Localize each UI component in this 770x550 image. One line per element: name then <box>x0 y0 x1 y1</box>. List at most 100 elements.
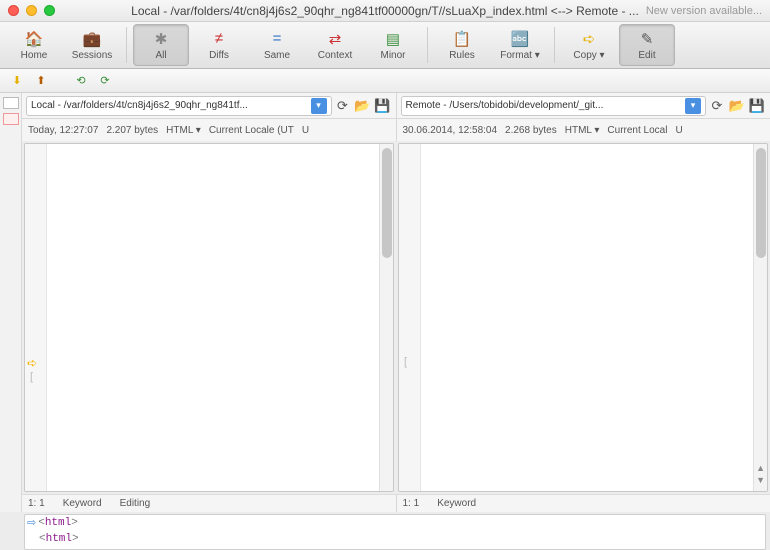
rules-icon: 📋 <box>452 30 472 48</box>
sessions-button[interactable]: 💼Sessions <box>64 24 120 66</box>
bottom-line: 1: 1 Keyword Editing 1: 1 Keyword <box>22 494 770 512</box>
meta-mode: U <box>675 125 682 136</box>
meta-enc[interactable]: Current Locale (UT <box>209 125 294 136</box>
sub-toolbar: ⬇ ⬆ ⟲ ⟳ <box>0 69 770 93</box>
panes: Local - /var/folders/4t/cn8j4j6s2_90qhr_… <box>22 93 770 512</box>
bracket-marker-icon: [ <box>404 356 407 368</box>
format-button[interactable]: 🔤 Format ▾ <box>492 24 548 66</box>
asterisk-icon: ✱ <box>151 30 171 48</box>
separator <box>427 27 428 63</box>
copy-button[interactable]: ➪ Copy ▾ <box>561 24 617 66</box>
titlebar: Local - /var/folders/4t/cn8j4j6s2_90qhr_… <box>0 0 770 22</box>
remote-path-select[interactable]: Remote - /Users/tobidobi/development/_gi… <box>401 96 707 116</box>
not-equal-icon: ≠ <box>209 30 229 48</box>
folder-open-icon[interactable]: 📂 <box>728 97 746 115</box>
main-area: Local - /var/folders/4t/cn8j4j6s2_90qhr_… <box>0 93 770 512</box>
prev-diff-up-button[interactable]: ⬆ <box>32 72 50 90</box>
chevron-down-icon: ▾ <box>685 98 701 114</box>
summary-line[interactable]: <html> <box>25 531 765 547</box>
separator <box>126 27 127 63</box>
local-scrollbar[interactable] <box>379 144 393 491</box>
local-path-text: Local - /var/folders/4t/cn8j4j6s2_90qhr_… <box>31 100 248 111</box>
update-hint[interactable]: New version available... <box>646 5 762 17</box>
meta-row: Today, 12:27:07 2.207 bytes HTML ▾ Curre… <box>22 119 770 141</box>
keyword-label: Keyword <box>437 498 476 509</box>
keyword-label: Keyword <box>63 498 102 509</box>
scroll-handle[interactable] <box>756 148 766 258</box>
scroll-down-icon[interactable]: ▼ <box>756 475 765 485</box>
rules-button[interactable]: 📋Rules <box>434 24 490 66</box>
local-pane: ➪ [ <box>24 143 394 492</box>
refresh-icon[interactable]: ⟳ <box>334 97 352 115</box>
thumbnail[interactable] <box>3 97 19 109</box>
label-with-chev: Format ▾ <box>500 50 539 61</box>
meta-size: 2.268 bytes <box>505 125 557 136</box>
diffs-button[interactable]: ≠Diffs <box>191 24 247 66</box>
meta-time: Today, 12:27:07 <box>28 125 98 136</box>
context-icon: ⇄ <box>325 30 345 48</box>
scroll-handle[interactable] <box>382 148 392 258</box>
arrow-icon: ⇨ <box>27 516 36 530</box>
remote-bottom: 1: 1 Keyword <box>396 495 770 512</box>
reload-left-button[interactable]: ⟲ <box>72 72 90 90</box>
pencil-icon: ✎ <box>637 30 657 48</box>
meta-mode: U <box>302 125 309 136</box>
edit-button[interactable]: ✎Edit <box>619 24 675 66</box>
remote-pane: [ ▲ ▼ <box>398 143 768 492</box>
folder-open-icon[interactable]: 📂 <box>354 97 372 115</box>
briefcase-icon: 💼 <box>82 30 102 48</box>
same-button[interactable]: =Same <box>249 24 305 66</box>
save-icon[interactable]: 💾 <box>374 97 392 115</box>
format-icon: 🔤 <box>510 30 530 48</box>
close-icon[interactable] <box>8 5 19 16</box>
save-icon[interactable]: 💾 <box>748 97 766 115</box>
all-button[interactable]: ✱All <box>133 24 189 66</box>
label-with-chev: Copy ▾ <box>573 50 604 61</box>
meta-time: 30.06.2014, 12:58:04 <box>403 125 498 136</box>
arrow-right-icon: ➪ <box>579 30 599 48</box>
local-gutter: ➪ [ <box>25 144 47 491</box>
meta-size: 2.207 bytes <box>106 125 158 136</box>
thumbnail-selected[interactable] <box>3 113 19 125</box>
local-path-cell: Local - /var/folders/4t/cn8j4j6s2_90qhr_… <box>22 93 396 118</box>
remote-path-cell: Remote - /Users/tobidobi/development/_gi… <box>396 93 770 118</box>
local-code[interactable] <box>47 144 379 491</box>
chevron-down-icon: ▾ <box>311 98 327 114</box>
next-diff-down-button[interactable]: ⬇ <box>8 72 26 90</box>
remote-code[interactable] <box>421 144 753 491</box>
local-path-select[interactable]: Local - /var/folders/4t/cn8j4j6s2_90qhr_… <box>26 96 332 116</box>
separator <box>554 27 555 63</box>
scroll-up-icon[interactable]: ▲ <box>756 463 765 473</box>
summary-pane: ⇨<html> <html> <box>24 514 766 550</box>
cursor-pos: 1: 1 <box>403 498 420 509</box>
home-button[interactable]: 🏠Home <box>6 24 62 66</box>
minor-icon: ▤ <box>383 30 403 48</box>
reload-right-button[interactable]: ⟳ <box>96 72 114 90</box>
editing-label: Editing <box>120 498 151 509</box>
path-row: Local - /var/folders/4t/cn8j4j6s2_90qhr_… <box>22 93 770 119</box>
cursor-pos: 1: 1 <box>28 498 45 509</box>
equal-icon: = <box>267 30 287 48</box>
meta-type[interactable]: HTML ▾ <box>565 125 600 136</box>
code-wrap: ➪ [ [ ▲ ▼ <box>22 141 770 494</box>
minimize-icon[interactable] <box>26 5 37 16</box>
overview-rail <box>0 93 22 512</box>
meta-type[interactable]: HTML ▾ <box>166 125 201 136</box>
context-button[interactable]: ⇄Context <box>307 24 363 66</box>
home-icon: 🏠 <box>24 30 44 48</box>
toolbar: 🏠Home 💼Sessions ✱All ≠Diffs =Same ⇄Conte… <box>0 22 770 69</box>
remote-meta: 30.06.2014, 12:58:04 2.268 bytes HTML ▾ … <box>396 119 770 141</box>
meta-enc[interactable]: Current Local <box>607 125 667 136</box>
local-bottom: 1: 1 Keyword Editing <box>22 495 396 512</box>
traffic-lights <box>8 5 55 16</box>
remote-path-text: Remote - /Users/tobidobi/development/_gi… <box>406 100 604 111</box>
refresh-icon[interactable]: ⟳ <box>708 97 726 115</box>
zoom-icon[interactable] <box>44 5 55 16</box>
arrow-marker-icon: ➪ <box>27 356 37 370</box>
remote-gutter: [ <box>399 144 421 491</box>
remote-scrollbar[interactable]: ▲ ▼ <box>753 144 767 491</box>
summary-line[interactable]: ⇨<html> <box>25 515 765 531</box>
minor-button[interactable]: ▤Minor <box>365 24 421 66</box>
local-meta: Today, 12:27:07 2.207 bytes HTML ▾ Curre… <box>22 119 396 141</box>
bracket-marker-icon: [ <box>30 371 33 383</box>
